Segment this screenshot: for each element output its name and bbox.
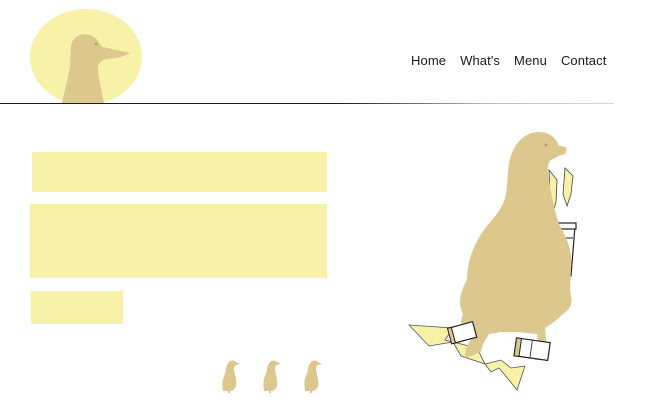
duckling-icon xyxy=(222,360,240,393)
main-nav: Home What's Menu Contact xyxy=(411,53,606,68)
site-logo[interactable] xyxy=(30,8,142,104)
cta-button-placeholder[interactable] xyxy=(31,291,123,324)
coffee-cup-icon xyxy=(513,337,551,362)
duck-body xyxy=(460,132,572,360)
hero-illustration xyxy=(405,128,585,393)
ducklings-decoration xyxy=(219,355,329,393)
steam-icon xyxy=(562,167,574,208)
nav-menu-link[interactable]: Menu xyxy=(514,53,547,68)
duck-head-icon xyxy=(30,9,142,104)
header-divider xyxy=(0,103,614,104)
duckling-icon xyxy=(263,360,281,393)
duckling-icon xyxy=(304,360,322,393)
nav-home-link[interactable]: Home xyxy=(411,53,446,68)
hero-text-placeholder xyxy=(30,204,327,278)
nav-whats-link[interactable]: What's xyxy=(460,53,500,68)
hero-title-placeholder xyxy=(32,152,327,192)
nav-contact-link[interactable]: Contact xyxy=(561,53,607,68)
